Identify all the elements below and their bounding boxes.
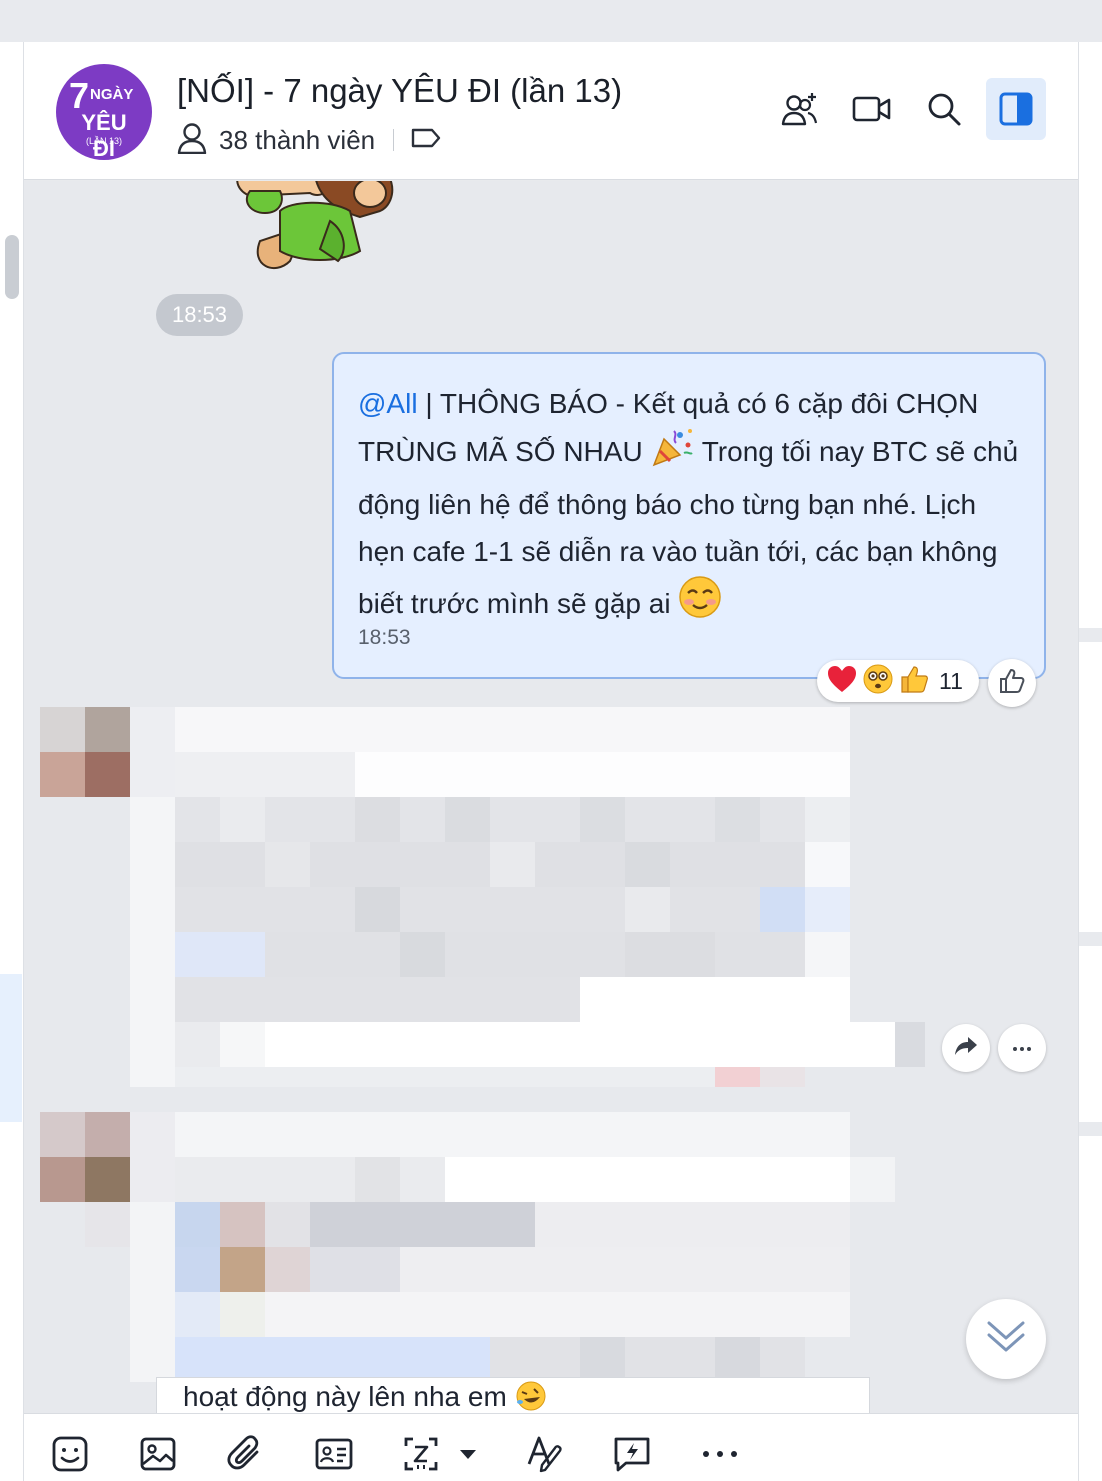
more-actions-button[interactable] [998, 1024, 1046, 1072]
window-top-strip [0, 0, 1102, 42]
chat-messages[interactable]: 18:53 @All | THÔNG BÁO - Kết quả có 6 cặ… [24, 181, 1078, 1413]
tag-icon[interactable] [410, 127, 442, 154]
chat-header: 7 NGÀY YÊU ĐI (LẦN 13) [NỐI] - 7 ngày YÊ… [24, 42, 1078, 180]
sticker-icon[interactable] [48, 1432, 92, 1476]
member-info[interactable]: 38 thành viên [177, 122, 442, 158]
conversation-list-edge [0, 42, 24, 1481]
message-time: 18:53 [358, 626, 411, 649]
divider [393, 129, 395, 151]
side-panel-edge [1078, 42, 1102, 1481]
text-format-icon[interactable] [522, 1432, 566, 1476]
pixelated-message-1 [40, 707, 925, 1087]
flushed-face-icon [863, 664, 893, 699]
image-icon[interactable] [136, 1432, 180, 1476]
partial-message[interactable]: hoạt động này lên nha em [156, 1377, 870, 1413]
announcement-text: @All | THÔNG BÁO - Kết quả có 6 cặp đôi … [358, 380, 1030, 633]
composer-toolbar [24, 1413, 1078, 1481]
reaction-summary[interactable]: 11 [817, 660, 979, 702]
person-icon [177, 122, 207, 159]
heart-icon [827, 665, 857, 698]
group-title[interactable]: [NỐI] - 7 ngày YÊU ĐI (lần 13) [177, 72, 622, 110]
quick-message-icon[interactable] [610, 1432, 654, 1476]
selected-conversation-highlight [0, 974, 22, 1122]
scroll-to-bottom-button[interactable] [966, 1299, 1046, 1379]
thumbs-up-outline-icon [999, 668, 1025, 699]
pixelated-message-2 [40, 1112, 900, 1382]
search-icon[interactable] [914, 78, 974, 140]
thumbs-up-icon [899, 664, 929, 699]
screenshot-icon[interactable] [400, 1432, 484, 1476]
double-chevron-down-icon [986, 1319, 1026, 1360]
announcement-message[interactable]: @All | THÔNG BÁO - Kết quả có 6 cặp đôi … [332, 352, 1046, 679]
contact-card-icon[interactable] [312, 1432, 356, 1476]
more-icon[interactable] [698, 1432, 742, 1476]
share-arrow-icon [954, 1036, 978, 1061]
reaction-count: 11 [939, 667, 963, 694]
add-member-icon[interactable] [770, 78, 830, 140]
mention-all-link[interactable]: @All [358, 388, 418, 419]
conversation-list-scrollbar[interactable] [5, 235, 19, 299]
cartoon-sticker [220, 181, 410, 281]
sidebar-toggle-icon[interactable] [986, 78, 1046, 140]
attach-icon[interactable] [224, 1432, 268, 1476]
group-avatar[interactable]: 7 NGÀY YÊU ĐI (LẦN 13) [56, 64, 152, 160]
video-call-icon[interactable] [842, 78, 902, 140]
smiling-blush-face-icon [678, 575, 722, 633]
rofl-face-icon [515, 1380, 547, 1413]
share-button[interactable] [942, 1024, 990, 1072]
party-popper-icon [650, 427, 694, 481]
sticker-time-pill: 18:53 [156, 294, 243, 336]
member-count: 38 thành viên [219, 124, 376, 155]
ellipsis-icon [1012, 1039, 1032, 1057]
react-like-button[interactable] [988, 659, 1036, 707]
